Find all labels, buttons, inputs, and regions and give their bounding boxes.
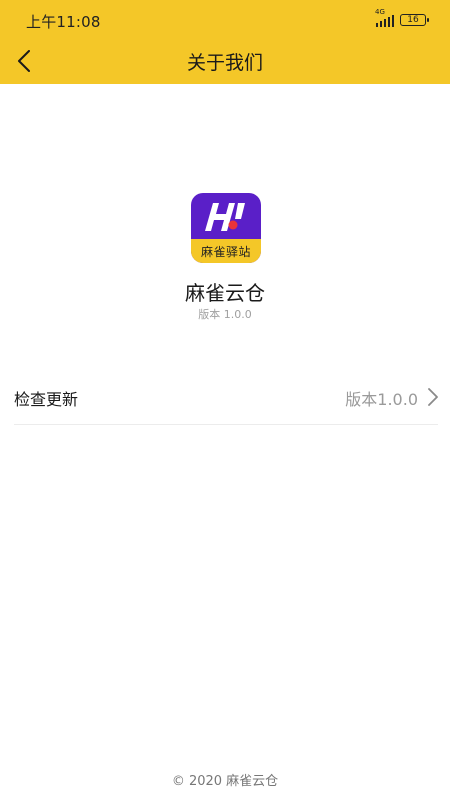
chevron-right-icon <box>428 388 438 406</box>
status-bar: 上午11:08 4G 16 <box>0 0 450 38</box>
logo-band-text: 麻雀驿站 <box>200 244 251 259</box>
check-update-version: 版本1.0.0 <box>345 390 418 409</box>
app-name: 麻雀云仓 <box>185 281 265 305</box>
battery-icon: 16 <box>400 14 429 26</box>
logo-band: 麻雀驿站 <box>191 239 261 263</box>
signal-icon: 4G <box>375 9 394 27</box>
nav-bar: 关于我们 <box>0 38 450 84</box>
network-label: 4G <box>375 8 385 16</box>
header-area: 上午11:08 4G 16 关于我们 <box>0 0 450 84</box>
status-time: 上午11:08 <box>26 13 101 31</box>
copyright-footer: © 2020 麻雀云仓 <box>171 774 279 789</box>
battery-level: 16 <box>407 15 419 25</box>
check-update-row[interactable]: 检查更新 版本1.0.0 <box>14 370 438 425</box>
about-screen: 上午11:08 4G 16 关于我们 麻雀驿站 麻雀云仓 版本 1.0.0 检查… <box>0 0 450 800</box>
check-update-label: 检查更新 <box>14 390 79 409</box>
app-version: 版本 1.0.0 <box>198 308 252 321</box>
logo-mark-icon <box>205 203 245 231</box>
status-icons: 4G 16 <box>375 9 429 28</box>
page-title: 关于我们 <box>186 52 263 74</box>
app-logo: 麻雀驿站 <box>191 193 261 263</box>
